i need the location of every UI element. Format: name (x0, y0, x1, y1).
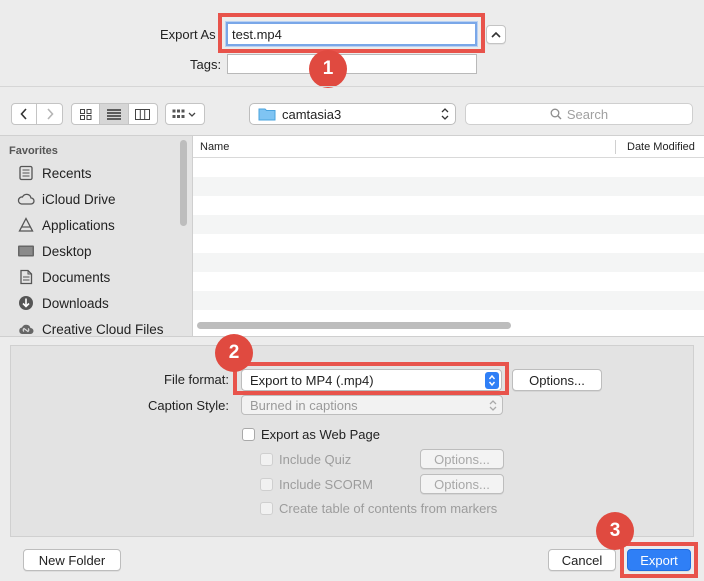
list-view-button[interactable] (100, 104, 129, 124)
sidebar-heading: Favorites (9, 145, 58, 157)
checkbox-label: Include SCORM (279, 477, 373, 492)
sidebar-item-label: Recents (42, 165, 92, 181)
table-row (193, 253, 704, 272)
cancel-button[interactable]: Cancel (548, 549, 616, 571)
file-format-stepper (485, 372, 499, 389)
annotation-badge-1: 1 (309, 50, 347, 88)
checkbox-label: Create table of contents from markers (279, 501, 498, 516)
downloads-icon (16, 294, 36, 312)
sidebar-item-label: Creative Cloud Files (42, 321, 164, 337)
divider (0, 86, 704, 87)
file-list: Name Date Modified (193, 136, 704, 336)
sidebar-item-label: Downloads (42, 295, 109, 311)
sidebar-item-label: Desktop (42, 243, 92, 259)
documents-icon (16, 268, 36, 286)
sidebar-item-label: iCloud Drive (42, 191, 116, 207)
file-list-rows (193, 158, 704, 329)
desktop-icon (16, 242, 36, 260)
table-row (193, 158, 704, 177)
checkbox-box (260, 502, 273, 515)
table-row (193, 272, 704, 291)
up-down-chevron-icon (488, 374, 496, 387)
folder-icon (258, 108, 276, 121)
table-row (193, 234, 704, 253)
create-toc-checkbox[interactable]: Create table of contents from markers (260, 501, 497, 516)
include-scorm-checkbox[interactable]: Include SCORM (260, 477, 373, 492)
up-down-chevron-icon (489, 400, 497, 411)
columns-icon (135, 108, 151, 120)
view-mode-control (71, 103, 158, 125)
search-placeholder: Search (566, 106, 609, 122)
location-label: camtasia3 (282, 106, 342, 122)
forward-button[interactable] (37, 104, 62, 124)
checkbox-box (260, 453, 273, 466)
export-button[interactable]: Export (627, 549, 691, 571)
scorm-options-button[interactable]: Options... (420, 474, 504, 494)
sidebar-item-label: Applications (42, 217, 115, 233)
list-icon (107, 108, 122, 120)
table-row (193, 291, 704, 310)
sidebar-item-recents[interactable]: Recents (16, 160, 92, 186)
quiz-options-button[interactable]: Options... (420, 449, 504, 469)
location-popup[interactable]: camtasia3 (249, 103, 456, 125)
grid-icon (79, 108, 92, 120)
caption-style-value: Burned in captions (250, 397, 358, 413)
sidebar-item-label: Documents (42, 269, 111, 285)
sidebar-item-applications[interactable]: Applications (16, 212, 115, 238)
tags-input[interactable] (227, 54, 477, 74)
column-header-name[interactable]: Name (200, 141, 229, 153)
icon-view-button[interactable] (72, 104, 101, 124)
annotation-badge-2: 2 (215, 334, 253, 372)
divider (0, 336, 704, 337)
recents-icon (16, 164, 36, 182)
back-button[interactable] (12, 104, 38, 124)
sidebar-item-icloud-drive[interactable]: iCloud Drive (16, 186, 116, 212)
sidebar-item-downloads[interactable]: Downloads (16, 290, 109, 316)
annotation-badge-3: 3 (596, 512, 634, 550)
new-folder-button[interactable]: New Folder (23, 549, 121, 571)
back-forward-control (11, 103, 63, 125)
group-grid-icon (172, 109, 196, 118)
cloud-icon (16, 190, 36, 208)
file-format-value: Export to MP4 (.mp4) (250, 372, 374, 388)
export-web-page-checkbox[interactable]: Export as Web Page (242, 427, 380, 442)
checkbox-box (260, 478, 273, 491)
table-row (193, 177, 704, 196)
chevron-left-icon (20, 108, 27, 120)
up-down-chevron-icon (441, 108, 449, 120)
chevron-up-icon (491, 31, 501, 38)
table-row (193, 196, 704, 215)
sidebar-item-documents[interactable]: Documents (16, 264, 110, 290)
checkbox-label: Include Quiz (279, 452, 352, 467)
file-format-label: File format: (164, 372, 230, 387)
column-view-button[interactable] (129, 104, 157, 124)
column-divider (615, 140, 616, 154)
horizontal-scrollbar[interactable] (197, 322, 511, 329)
export-as-input[interactable]: test.mp4 (226, 22, 477, 46)
file-format-popup[interactable]: Export to MP4 (.mp4) (241, 369, 502, 391)
checkbox-box (242, 428, 255, 441)
sidebar-item-desktop[interactable]: Desktop (16, 238, 92, 264)
column-header-date-modified[interactable]: Date Modified (627, 141, 695, 153)
caption-style-popup[interactable]: Burned in captions (241, 395, 503, 415)
file-list-header: Name Date Modified (193, 136, 704, 158)
collapse-button[interactable] (486, 25, 506, 44)
sidebar: Favorites Recents iCloud Drive Applicati… (0, 136, 193, 337)
applications-icon (16, 216, 36, 234)
search-field[interactable]: Search (465, 103, 693, 125)
format-options-button[interactable]: Options... (512, 369, 602, 391)
group-by-button[interactable] (165, 103, 205, 125)
search-icon (550, 108, 562, 120)
checkbox-label: Export as Web Page (261, 427, 380, 442)
sidebar-scrollbar[interactable] (180, 140, 187, 226)
tags-label: Tags: (190, 57, 222, 72)
caption-style-label: Caption Style: (148, 398, 229, 413)
chevron-right-icon (46, 108, 54, 120)
include-quiz-checkbox[interactable]: Include Quiz (260, 452, 351, 467)
export-as-label: Export As (160, 27, 216, 42)
table-row (193, 215, 704, 234)
sidebar-item-creative-cloud[interactable]: Creative Cloud Files (16, 316, 164, 342)
